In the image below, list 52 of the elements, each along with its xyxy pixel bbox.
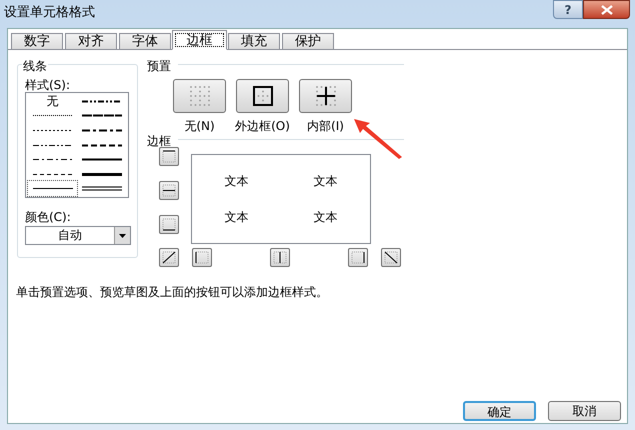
preset-label: 内部(I) [307, 118, 344, 135]
line-sample-icon [82, 126, 122, 134]
line-style-option[interactable]: 无 [28, 94, 77, 109]
dialog-button[interactable]: 取消 [548, 401, 621, 421]
border-button[interactable] [192, 248, 212, 267]
line-sample-icon [82, 170, 122, 178]
tab[interactable]: 边框 [172, 30, 227, 50]
preset-button[interactable] [299, 79, 352, 113]
help-button[interactable]: ? [553, 0, 583, 19]
border-button[interactable] [381, 248, 401, 267]
tab[interactable]: 数字 [11, 33, 63, 49]
border-grid-icon [188, 84, 212, 108]
preview-text: 文本 [314, 173, 338, 190]
tab[interactable]: 保护 [282, 33, 334, 49]
border-button[interactable] [159, 147, 179, 166]
line-sample-icon [82, 142, 122, 148]
preview-text: 文本 [314, 209, 338, 226]
dialog-button[interactable]: 确定 [463, 401, 536, 421]
field-label: 颜色(C): [25, 209, 71, 226]
border-line-icon [384, 251, 398, 264]
close-button[interactable] [583, 0, 630, 19]
border-grid-icon [314, 84, 338, 108]
preset-label: 无(N) [184, 118, 215, 135]
preset-label: 外边框(O) [235, 118, 290, 135]
line-sample-icon [82, 156, 122, 164]
border-button[interactable] [159, 181, 179, 200]
window-title: 设置单元格格式 [4, 4, 95, 22]
border-button[interactable] [348, 248, 368, 267]
line-sample-icon [82, 98, 122, 105]
field-label: 样式(S): [25, 77, 70, 94]
color-dropdown[interactable]: 自动 [25, 226, 131, 245]
border-button[interactable] [270, 248, 290, 267]
hint-text: 单击预置选项、预览草图及上面的按钮可以添加边框样式。 [16, 284, 328, 301]
line-sample-icon [82, 112, 122, 120]
line-sample-icon [82, 185, 122, 192]
border-button[interactable] [159, 215, 179, 234]
preview-text: 文本 [224, 209, 248, 226]
line-style-option[interactable] [28, 181, 77, 196]
pointer-arrow-drawing [352, 117, 404, 159]
tab[interactable]: 字体 [119, 33, 171, 49]
group-title: 边框 [147, 133, 171, 150]
border-line-icon [162, 251, 176, 264]
border-grid-icon [250, 84, 274, 108]
border-preview[interactable]: 文本 文本 文本 文本 [191, 154, 371, 244]
tab[interactable]: 对齐 [65, 33, 117, 49]
border-button[interactable] [159, 248, 179, 267]
group-title: 预置 [147, 58, 171, 75]
preset-button[interactable] [236, 79, 289, 113]
preview-text: 文本 [224, 173, 248, 190]
tab[interactable]: 填充 [228, 33, 280, 49]
dropdown-arrow-icon [119, 234, 126, 238]
close-icon [600, 4, 612, 14]
